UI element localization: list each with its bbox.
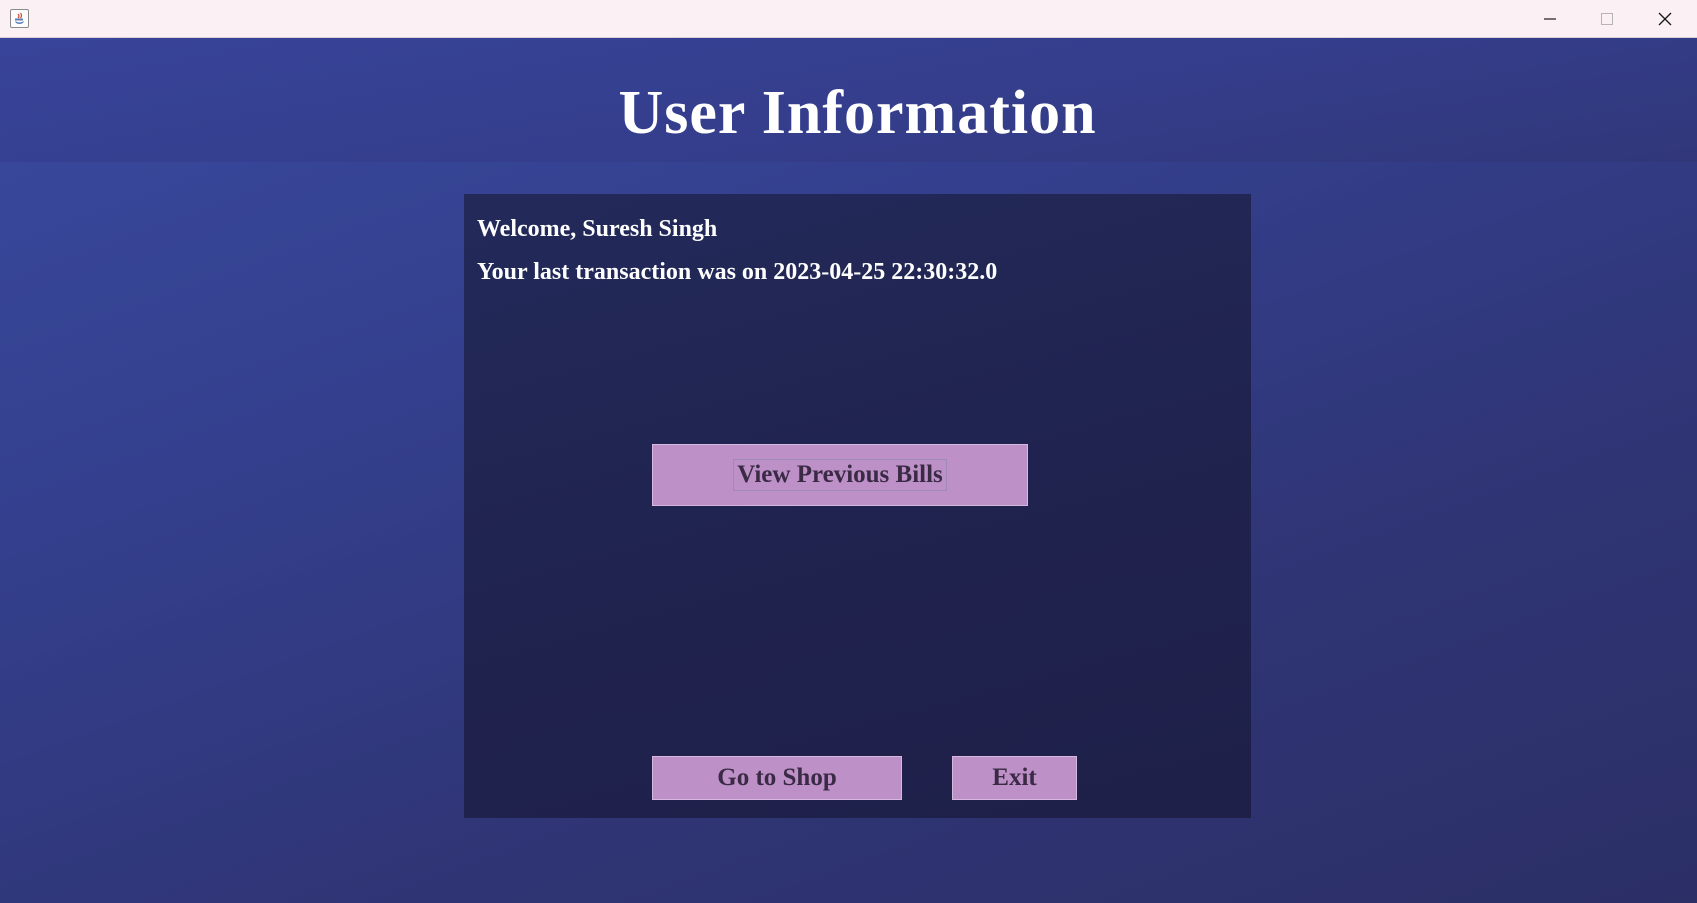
header-band: User Information bbox=[0, 38, 1697, 162]
maximize-button[interactable] bbox=[1579, 0, 1635, 37]
view-previous-bills-label: View Previous Bills bbox=[733, 459, 947, 491]
user-info-panel: Welcome, Suresh Singh Your last transact… bbox=[464, 194, 1251, 818]
go-to-shop-label: Go to Shop bbox=[717, 764, 837, 791]
welcome-label: Welcome, Suresh Singh bbox=[477, 216, 718, 242]
page-title: User Information bbox=[618, 79, 1097, 147]
exit-label: Exit bbox=[992, 764, 1037, 791]
go-to-shop-button[interactable]: Go to Shop bbox=[652, 756, 902, 800]
minimize-icon bbox=[1544, 17, 1556, 20]
java-app-icon bbox=[10, 9, 29, 28]
maximize-icon bbox=[1601, 12, 1613, 25]
close-button[interactable] bbox=[1637, 0, 1693, 37]
view-previous-bills-button[interactable]: View Previous Bills bbox=[652, 444, 1028, 506]
minimize-button[interactable] bbox=[1522, 0, 1578, 37]
last-transaction-label: Your last transaction was on 2023-04-25 … bbox=[477, 259, 998, 285]
exit-button[interactable]: Exit bbox=[952, 756, 1077, 800]
title-bar[interactable] bbox=[0, 0, 1697, 38]
app-window: User Information Welcome, Suresh Singh Y… bbox=[0, 0, 1697, 903]
close-icon bbox=[1658, 12, 1672, 25]
